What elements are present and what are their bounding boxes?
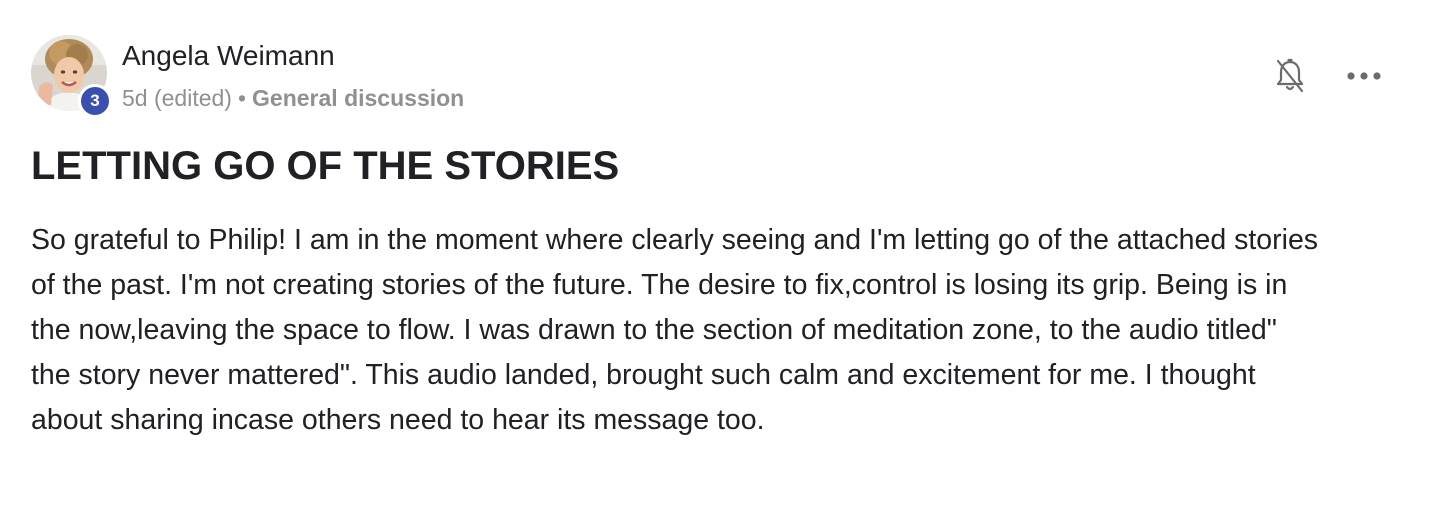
author-avatar-container: 3	[31, 35, 112, 118]
post-card: 3 Angela Weimann 5d (edited) • General d…	[0, 0, 1440, 512]
post-body-line: about sharing incase others need to hear…	[31, 404, 765, 436]
post-body-line: of the past. I'm not creating stories of…	[31, 269, 1288, 301]
post-meta: 5d (edited) • General discussion	[122, 85, 464, 112]
category-link[interactable]: General discussion	[252, 85, 464, 112]
post-body-line: the now,leaving the space to flow. I was…	[31, 314, 1277, 346]
post-body-line: the story never mattered". This audio la…	[31, 359, 1256, 391]
more-options-button[interactable]	[1342, 58, 1386, 94]
post-body-line: So grateful to Philip! I am in the momen…	[31, 224, 1319, 256]
post-title: LETTING GO OF THE STORIES	[31, 144, 620, 188]
level-badge: 3	[78, 84, 112, 118]
post-time: 5d (edited)	[122, 85, 232, 111]
more-horizontal-icon	[1347, 72, 1381, 80]
bell-off-icon	[1276, 58, 1304, 93]
post-body: So grateful to Philip! I am in the momen…	[31, 218, 1411, 443]
author-name[interactable]: Angela Weimann	[122, 40, 335, 72]
notification-toggle-button[interactable]	[1270, 55, 1310, 97]
meta-separator: •	[237, 85, 247, 111]
